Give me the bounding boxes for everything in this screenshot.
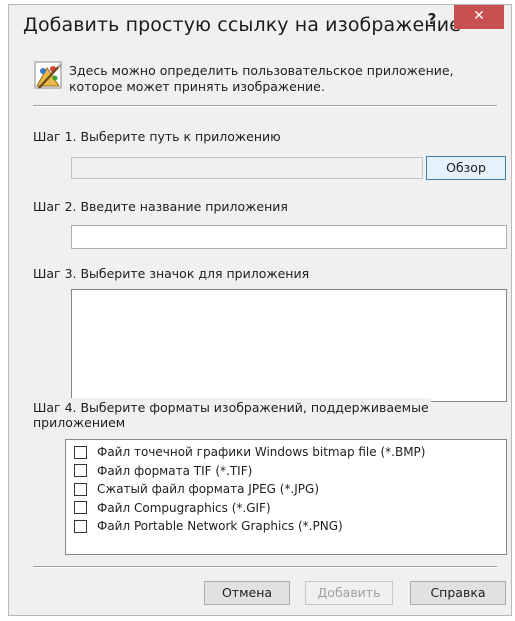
gif-checkbox[interactable] (74, 501, 87, 515)
step4-label-line-1: Шаг 4. Выберите форматы изображений, под… (33, 400, 429, 415)
format-option-gif[interactable]: Файл Compugraphics (*.GIF) (66, 499, 506, 518)
dialog-content: Здесь можно определить пользовательское … (21, 49, 507, 607)
help-button[interactable]: Справка (410, 581, 506, 605)
jpg-checkbox[interactable] (74, 482, 87, 496)
format-label: Файл Compugraphics (*.GIF) (97, 500, 271, 515)
step4-label-line-2: приложением (33, 415, 126, 430)
separator-bottom (33, 566, 497, 568)
format-option-tif[interactable]: Файл формата TIF (*.TIF) (66, 462, 506, 481)
format-label: Файл точечной графики Windows bitmap fil… (97, 445, 426, 460)
format-option-png[interactable]: Файл Portable Network Graphics (*.PNG) (66, 517, 506, 536)
format-option-jpg[interactable]: Сжатый файл формата JPEG (*.JPG) (66, 480, 506, 499)
step4-label: Шаг 4. Выберите форматы изображений, под… (33, 398, 431, 430)
intro-line-2: которое может принять изображение. (69, 79, 325, 94)
close-icon: ✕ (473, 8, 485, 24)
close-button[interactable]: ✕ (454, 5, 504, 29)
format-option-bmp[interactable]: Файл точечной графики Windows bitmap fil… (66, 443, 506, 462)
png-checkbox[interactable] (74, 519, 87, 533)
step3-label: Шаг 3. Выберите значок для приложения (33, 266, 310, 281)
intro-text: Здесь можно определить пользовательское … (69, 63, 489, 95)
browse-button[interactable]: Обзор (426, 156, 506, 180)
format-label: Файл формата TIF (*.TIF) (97, 463, 253, 478)
dialog-title: Добавить простую ссылку на изображение (23, 14, 462, 36)
dialog-window: Добавить простую ссылку на изображение ?… (8, 4, 512, 616)
intro-line-1: Здесь можно определить пользовательское … (69, 63, 454, 78)
step1-label: Шаг 1. Выберите путь к приложению (33, 129, 281, 144)
add-button[interactable]: Добавить (305, 581, 393, 605)
format-list: Файл точечной графики Windows bitmap fil… (65, 439, 507, 555)
format-label: Файл Portable Network Graphics (*.PNG) (97, 519, 343, 534)
cancel-button[interactable]: Отмена (204, 581, 290, 605)
bmp-checkbox[interactable] (74, 445, 87, 459)
format-label: Сжатый файл формата JPEG (*.JPG) (97, 482, 320, 497)
paint-palette-icon (34, 61, 63, 89)
step2-label: Шаг 2. Введите название приложения (33, 199, 288, 214)
application-name-field[interactable] (71, 225, 507, 249)
help-icon[interactable]: ? (419, 9, 445, 31)
application-path-field[interactable] (71, 157, 423, 179)
separator-top (33, 105, 497, 107)
tif-checkbox[interactable] (74, 464, 87, 478)
icon-selector-list[interactable] (71, 289, 507, 402)
title-bar[interactable]: Добавить простую ссылку на изображение ?… (9, 5, 511, 47)
